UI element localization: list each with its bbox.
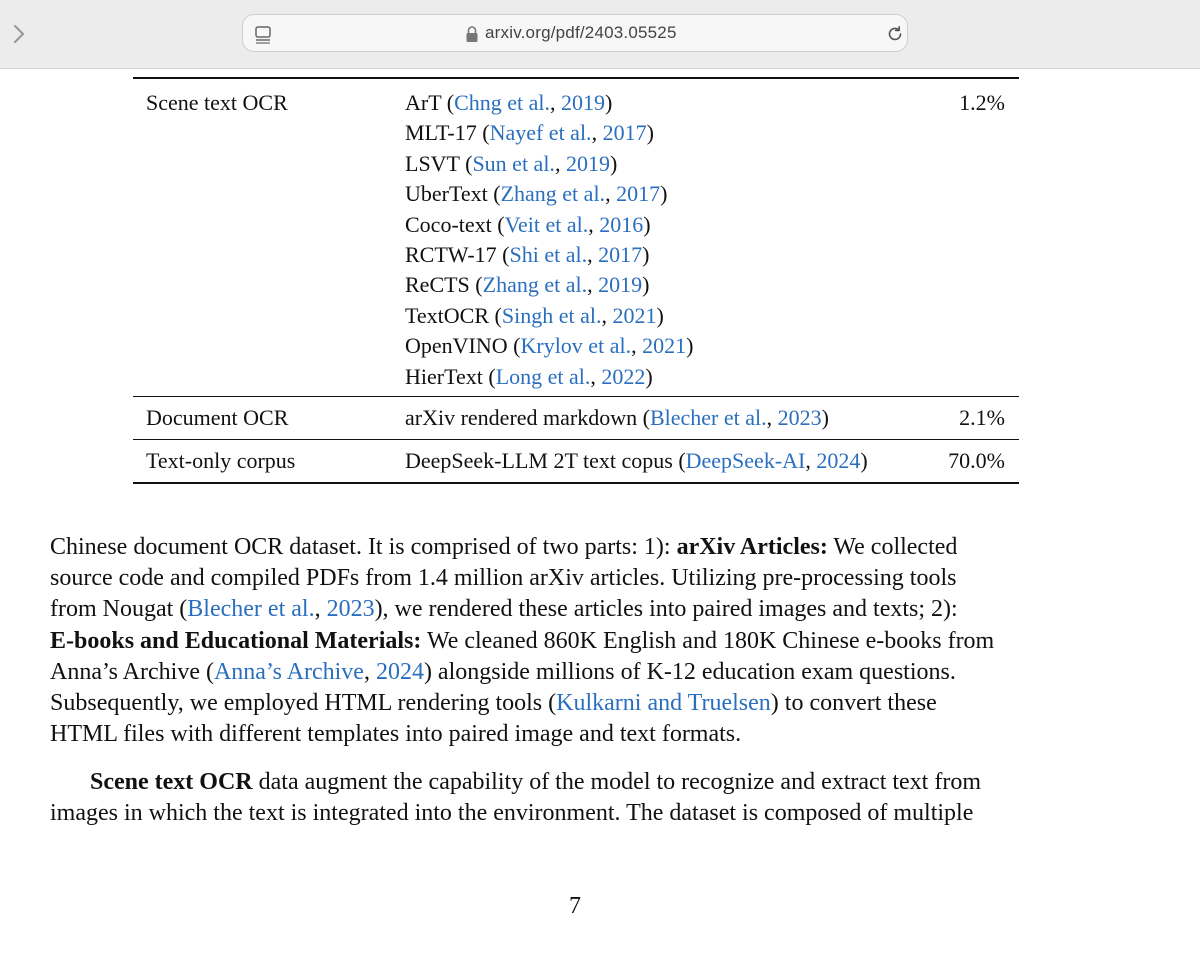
citation-year-link[interactable]: 2021 <box>642 333 686 358</box>
citation-year-link[interactable]: 2019 <box>566 151 610 176</box>
citation-link[interactable]: Zhang et al. <box>483 272 587 297</box>
citation-year-link[interactable]: 2017 <box>598 242 642 267</box>
dataset-entry: RCTW-17 (Shi et al., 2017) <box>405 242 650 267</box>
text-line: Subsequently, we employed HTML rendering… <box>50 689 937 716</box>
row-ratio: 2.1% <box>959 405 1005 430</box>
citation-year-link[interactable]: 2019 <box>561 90 605 115</box>
citation-link[interactable]: DeepSeek-AI <box>686 448 806 473</box>
reload-icon[interactable] <box>885 24 905 44</box>
dataset-entry: DeepSeek-LLM 2T text copus (DeepSeek-AI,… <box>405 448 868 473</box>
citation-year-link[interactable]: 2023 <box>327 596 375 622</box>
citation-link[interactable]: Zhang et al. <box>501 181 605 206</box>
dataset-entry: UberText (Zhang et al., 2017) <box>405 181 668 207</box>
dataset-entry: MLT-17 (Nayef et al., 2017) <box>405 120 654 146</box>
dataset-entry: TextOCR (Singh et al., 2021) <box>405 302 664 328</box>
citation-year-link[interactable]: 2024 <box>376 659 424 685</box>
body-paragraph: Chinese document OCR dataset. It is comp… <box>50 532 1110 750</box>
citation-link[interactable]: Singh et al. <box>502 303 602 328</box>
citation-link[interactable]: Anna’s Archive <box>214 659 364 685</box>
citation-link[interactable]: Krylov et al. <box>520 333 631 358</box>
text-line: E-books and Educational Materials: We cl… <box>50 627 995 654</box>
dataset-entry: LSVT (Sun et al., 2019) <box>405 150 618 176</box>
text-line: images in which the text is integrated i… <box>50 800 974 827</box>
citation-year-link[interactable]: 2023 <box>778 405 822 430</box>
text-line: Anna’s Archive (Anna’s Archive, 2024) al… <box>50 658 956 685</box>
citation-link[interactable]: Blecher et al. <box>650 405 767 430</box>
citation-link[interactable]: Nayef et al. <box>490 120 592 145</box>
dataset-entry: ArT (Chng et al., 2019) <box>405 90 613 115</box>
table-rule <box>133 482 1019 484</box>
citation-year-link[interactable]: 2024 <box>816 448 860 473</box>
citation-link[interactable]: Long et al. <box>496 364 591 389</box>
dataset-entry: Coco-text (Veit et al., 2016) <box>405 211 651 237</box>
citation-year-link[interactable]: 2017 <box>603 120 647 145</box>
pdf-page: Scene text OCR 1.2% ArT (Chng et al., 20… <box>0 69 1200 977</box>
citation-link[interactable]: Sun et al. <box>472 151 555 176</box>
citation-year-link[interactable]: 2021 <box>612 303 656 328</box>
text-line: source code and compiled PDFs from 1.4 m… <box>50 565 957 592</box>
dataset-entry: arXiv rendered markdown (Blecher et al.,… <box>405 405 829 430</box>
table-rule <box>133 439 1019 440</box>
row-ratio: 70.0% <box>948 448 1005 473</box>
citation-year-link[interactable]: 2017 <box>616 181 660 206</box>
citation-link[interactable]: Chng et al. <box>454 90 550 115</box>
citation-year-link[interactable]: 2016 <box>599 212 643 237</box>
reader-view-icon[interactable] <box>253 24 273 44</box>
citation-link[interactable]: Veit et al. <box>505 212 589 237</box>
text-line: Chinese document OCR dataset. It is comp… <box>50 534 958 560</box>
row-ratio: 1.2% <box>959 90 1005 115</box>
citation-year-link[interactable]: 2022 <box>601 364 645 389</box>
text-line: from Nougat (Blecher et al., 2023), we r… <box>50 596 958 623</box>
body-paragraph: Scene text OCR data augment the capabili… <box>50 767 1110 829</box>
citation-year-link[interactable]: 2019 <box>598 272 642 297</box>
chevron-right-icon[interactable] <box>8 20 30 48</box>
url-text[interactable]: arxiv.org/pdf/2403.05525 <box>485 23 677 43</box>
row-category: Document OCR <box>146 405 289 430</box>
citation-link[interactable]: Kulkarni and Truelsen <box>556 690 771 716</box>
text-line: HTML files with different templates into… <box>50 721 742 748</box>
citation-link[interactable]: Blecher et al. <box>187 596 314 622</box>
table-rule <box>133 396 1019 397</box>
citation-link[interactable]: Shi et al. <box>510 242 588 267</box>
table-rule <box>133 77 1019 79</box>
row-category: Text-only corpus <box>146 448 296 473</box>
row-category: Scene text OCR <box>146 90 288 115</box>
dataset-entry: OpenVINO (Krylov et al., 2021) <box>405 333 694 359</box>
page-number: 7 <box>569 893 581 919</box>
dataset-entry: ReCTS (Zhang et al., 2019) <box>405 272 650 298</box>
lock-icon <box>466 26 478 42</box>
text-line: Scene text OCR data augment the capabili… <box>90 769 982 795</box>
browser-toolbar: arxiv.org/pdf/2403.05525 <box>0 0 1200 69</box>
address-bar[interactable]: arxiv.org/pdf/2403.05525 <box>242 14 908 52</box>
dataset-entry: HierText (Long et al., 2022) <box>405 363 653 389</box>
